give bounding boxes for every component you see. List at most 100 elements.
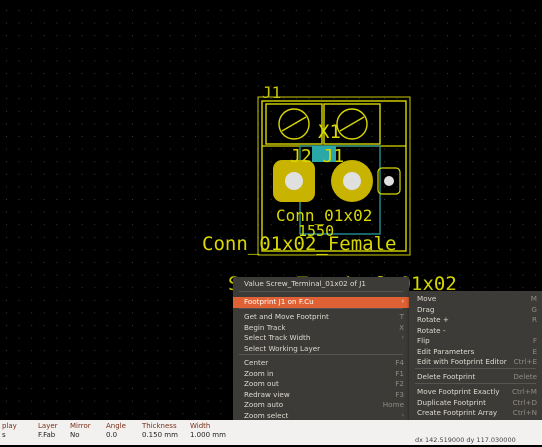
menu-item-zoom-in[interactable]: Zoom in F1 [233,369,409,380]
grid-dot [31,362,33,364]
grid-dot [207,362,209,364]
submenu-item-drag[interactable]: Drag G [409,305,542,316]
grid-dot [220,10,222,11]
grid-dot [295,85,297,87]
grid-dot [459,35,461,37]
submenu-item-duplicate-footprint[interactable]: Duplicate Footprint Ctrl+D [409,398,542,409]
grid-dot [81,274,83,276]
submenu-item-edit-parameters[interactable]: Edit Parameters E [409,347,542,358]
grid-dot [535,85,537,87]
submenu-item-move-footprint-exactly[interactable]: Move Footprint Exactly Ctrl+M [409,387,542,398]
grid-dot [132,123,133,125]
grid-dot [497,22,499,24]
grid-dot [295,73,297,74]
submenu-item-edit-with-footprint-editor[interactable]: Edit with Footprint Editor Ctrl+E [409,357,542,368]
grid-dot [182,262,184,263]
grid-dot [220,98,222,100]
menu-item-zoom-auto[interactable]: Zoom auto Home [233,400,409,411]
status-column: Angle 0.0 [106,422,126,439]
grid-dot [472,10,474,11]
grid-dot [396,161,398,163]
grid-dot [81,136,83,137]
grid-dot [182,224,184,226]
grid-dot [132,98,133,100]
grid-dot [18,413,20,415]
grid-dot [144,123,146,125]
grid-dot [207,148,209,150]
grid-dot [434,98,436,100]
grid-dot [31,148,33,150]
submenu-item-move[interactable]: Move M [409,294,542,305]
grid-dot [522,136,524,137]
submenu-item-rotate[interactable]: Rotate + R [409,315,542,326]
menu-item-redraw-view[interactable]: Redraw view F3 [233,390,409,401]
grid-dot [459,274,461,276]
grid-dot [333,35,335,37]
grid-dot [308,262,310,263]
grid-dot [308,22,310,24]
grid-dot [510,47,511,49]
grid-dot [510,236,511,238]
grid-dot [18,262,20,263]
grid-dot [31,85,33,87]
submenu-item-rotate[interactable]: Rotate - [409,326,542,337]
grid-dot [232,148,234,150]
grid-dot [195,110,196,112]
grid-dot [182,299,184,301]
menu-item-center[interactable]: Center F4 [233,358,409,369]
grid-dot [56,413,58,415]
grid-dot [497,98,499,100]
submenu-item-create-footprint-array[interactable]: Create Footprint Array Ctrl+N [409,408,542,419]
status-column-header: Thickness [142,422,177,430]
grid-dot [81,211,83,213]
grid-dot [43,236,45,238]
grid-dot [6,199,7,200]
menu-item-select-track-width[interactable]: Select Track Width › [233,333,409,344]
grid-dot [132,413,133,415]
grid-dot [245,22,247,24]
grid-dot [69,60,70,62]
grid-dot [144,224,146,226]
grid-dot [31,312,33,314]
grid-dot [132,224,133,226]
grid-dot [283,22,285,24]
menu-item-select-working-layer[interactable]: Select Working Layer [233,344,409,355]
grid-dot [245,73,247,74]
menu-item-footprint-j1-on-f-cu[interactable]: Footprint J1 on F.Cu › [233,297,409,308]
submenu-item-delete-footprint[interactable]: Delete Footprint Delete [409,372,542,383]
grid-dot [18,274,20,276]
grid-dot [321,85,322,87]
grid-dot [106,136,108,137]
grid-dot [371,98,373,100]
grid-dot [6,35,7,37]
grid-dot [434,110,436,112]
grid-dot [69,73,70,74]
grid-dot [81,123,83,125]
menu-item-zoom-out[interactable]: Zoom out F2 [233,379,409,390]
menu-item-label: Select Track Width [244,333,311,342]
grid-dot [144,413,146,415]
grid-dot [333,73,335,74]
grid-dot [396,85,398,87]
grid-dot [245,110,247,112]
menu-item-label: Select Working Layer [244,343,321,353]
grid-dot [434,35,436,37]
menu-item-get-and-move-footprint[interactable]: Get and Move Footprint T [233,312,409,323]
grid-dot [119,362,121,364]
menu-item-begin-track[interactable]: Begin Track X [233,323,409,334]
grid-dot [43,98,45,100]
grid-dot [106,325,108,326]
grid-dot [510,224,511,226]
submenu-item-flip[interactable]: Flip F [409,336,542,347]
grid-dot [522,148,524,150]
grid-dot [472,224,474,226]
footprint-j1[interactable]: J1 X1 J2 J1 Conn_01x02 1550 Conn_01x02_F… [202,83,457,295]
grid-dot [31,236,33,238]
grid-dot [119,413,121,415]
grid-dot [132,375,133,377]
grid-dot [321,47,322,49]
grid-dot [358,262,360,263]
grid-dot [459,249,461,251]
grid-dot [510,287,511,289]
grid-dot [6,110,7,112]
